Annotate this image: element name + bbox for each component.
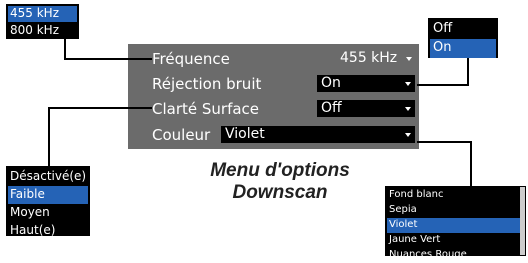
color-option-violet[interactable]: Violet bbox=[387, 218, 524, 233]
color-option-red-shades[interactable]: Nuances Rouge bbox=[387, 248, 524, 263]
connector-clarity-h bbox=[48, 107, 152, 109]
options-menu-panel: Fréquence 455 kHz Réjection bruit On Cla… bbox=[128, 44, 419, 149]
color-label: Couleur bbox=[152, 125, 211, 144]
connector-noise-h bbox=[417, 84, 469, 86]
clarity-option-high[interactable]: Haut(e) bbox=[8, 222, 88, 240]
caption-line-1: Menu d'options bbox=[210, 160, 350, 181]
color-field[interactable]: Violet bbox=[221, 126, 415, 143]
color-value: Violet bbox=[225, 126, 265, 142]
chevron-down-icon bbox=[405, 133, 411, 137]
connector-clarity-v bbox=[48, 107, 50, 166]
surface-clarity-field[interactable]: Off bbox=[317, 100, 415, 117]
noise-option-off[interactable]: Off bbox=[430, 20, 496, 39]
clarity-option-low[interactable]: Faible bbox=[8, 186, 88, 204]
noise-dropdown-list: Off On bbox=[428, 18, 498, 58]
connector-frequency-h bbox=[64, 58, 152, 60]
caption: Menu d'options Downscan bbox=[170, 160, 390, 204]
chevron-down-icon bbox=[406, 57, 412, 61]
surface-clarity-value: Off bbox=[321, 100, 342, 116]
frequency-value: 455 kHz bbox=[340, 50, 398, 66]
color-option-sepia[interactable]: Sepia bbox=[387, 203, 524, 218]
caption-line-2: Downscan bbox=[232, 182, 328, 203]
chevron-down-icon bbox=[405, 107, 411, 111]
connector-noise-v bbox=[467, 58, 469, 86]
connector-color-h bbox=[417, 141, 472, 143]
connector-frequency-v bbox=[64, 39, 66, 59]
clarity-option-medium[interactable]: Moyen bbox=[8, 204, 88, 222]
color-dropdown-list: Fond blanc Sepia Violet Jaune Vert Nuanc… bbox=[385, 186, 526, 260]
noise-rejection-label: Réjection bruit bbox=[152, 74, 262, 93]
clarity-dropdown-list: Désactivé(e) Faible Moyen Haut(e) bbox=[6, 166, 90, 236]
frequency-field[interactable]: 455 kHz bbox=[336, 50, 416, 67]
frequency-option-455[interactable]: 455 kHz bbox=[8, 6, 77, 22]
clarity-option-off[interactable]: Désactivé(e) bbox=[8, 168, 88, 186]
noise-rejection-field[interactable]: On bbox=[317, 75, 415, 92]
color-option-white[interactable]: Fond blanc bbox=[387, 188, 524, 203]
noise-option-on[interactable]: On bbox=[430, 39, 496, 58]
noise-rejection-value: On bbox=[321, 75, 341, 91]
chevron-down-icon bbox=[405, 82, 411, 86]
connector-color-v bbox=[470, 141, 472, 186]
frequency-dropdown-list: 455 kHz 800 kHz bbox=[6, 4, 79, 39]
frequency-option-800[interactable]: 800 kHz bbox=[8, 22, 77, 39]
scrollbar[interactable] bbox=[520, 187, 525, 255]
color-option-yellow-green[interactable]: Jaune Vert bbox=[387, 233, 524, 248]
